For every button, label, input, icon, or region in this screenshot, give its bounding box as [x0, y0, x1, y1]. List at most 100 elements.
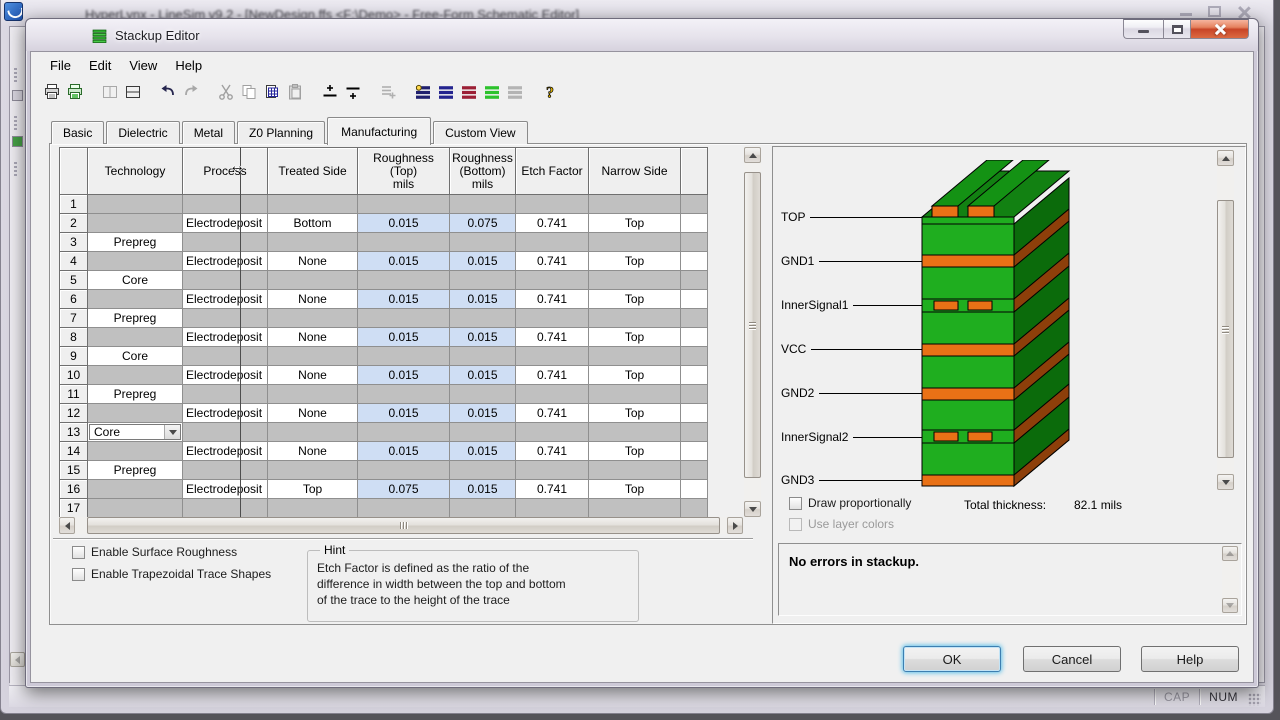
tab-basic[interactable]: Basic	[51, 121, 104, 144]
cell-narrow-side[interactable]: Top	[589, 252, 681, 271]
header-narrow-side[interactable]: Narrow Side	[589, 148, 681, 195]
cell-roughness-bottom[interactable]: 0.015	[450, 480, 516, 499]
row-header-2[interactable]: 2	[60, 214, 88, 233]
row-header-5[interactable]: 5	[60, 271, 88, 290]
cell-process[interactable]: Electrodeposit	[183, 328, 268, 347]
cell-etch-factor[interactable]: 0.741	[516, 328, 589, 347]
row-header-15[interactable]: 15	[60, 461, 88, 480]
cell-roughness-top[interactable]: 0.015	[358, 404, 450, 423]
cell-roughness-bottom[interactable]: 0.015	[450, 442, 516, 461]
checkbox-label[interactable]: Enable Trapezoidal Trace Shapes	[91, 567, 271, 581]
tab-dielectric[interactable]: Dielectric	[106, 121, 179, 144]
tab-manufacturing[interactable]: Manufacturing	[327, 117, 431, 145]
cell-narrow-side[interactable]: Top	[589, 480, 681, 499]
menu-file[interactable]: File	[41, 55, 80, 76]
scrollbar-thumb[interactable]	[1217, 200, 1234, 458]
split-horizontal-icon[interactable]	[121, 81, 144, 103]
cell-technology[interactable]: Core	[88, 423, 183, 442]
header-overflow[interactable]	[681, 148, 708, 195]
cell-etch-factor[interactable]: 0.741	[516, 252, 589, 271]
help-icon[interactable]: ?	[538, 81, 561, 103]
header-process[interactable]: Process	[183, 148, 268, 195]
cell-etch-factor[interactable]: 0.741	[516, 442, 589, 461]
cell-roughness-top[interactable]: 0.015	[358, 366, 450, 385]
cell-roughness-bottom[interactable]: 0.015	[450, 252, 516, 271]
cell-technology[interactable]: Prepreg	[88, 461, 183, 480]
scroll-up-arrow[interactable]	[744, 147, 761, 163]
scroll-down-arrow[interactable]	[744, 501, 761, 517]
row-header-12[interactable]: 12	[60, 404, 88, 423]
scroll-down-arrow[interactable]	[1217, 474, 1234, 490]
menu-help[interactable]: Help	[166, 55, 211, 76]
undo-icon[interactable]	[156, 81, 179, 103]
cell-etch-factor[interactable]: 0.741	[516, 290, 589, 309]
row-header-8[interactable]: 8	[60, 328, 88, 347]
preview-vertical-scrollbar[interactable]	[1217, 150, 1234, 490]
cell-narrow-side[interactable]: Top	[589, 290, 681, 309]
chevron-down-icon[interactable]	[164, 425, 180, 439]
resize-grip[interactable]	[1248, 693, 1261, 706]
tab-z0-planning[interactable]: Z0 Planning	[237, 121, 325, 144]
scroll-right-arrow[interactable]	[727, 517, 743, 534]
row-header-6[interactable]: 6	[60, 290, 88, 309]
cell-treated-side[interactable]: None	[268, 366, 358, 385]
row-header-14[interactable]: 14	[60, 442, 88, 461]
row-header-11[interactable]: 11	[60, 385, 88, 404]
paste-table-icon[interactable]	[260, 81, 283, 103]
cell-narrow-side[interactable]: Top	[589, 366, 681, 385]
insert-layer-below-icon[interactable]	[341, 81, 364, 103]
cell-treated-side[interactable]: None	[268, 328, 358, 347]
cell-treated-side[interactable]: None	[268, 290, 358, 309]
help-button[interactable]: Help	[1141, 646, 1239, 672]
minimize-button[interactable]	[1123, 19, 1163, 39]
draw-proportionally-checkbox[interactable]	[789, 497, 802, 510]
table-vertical-scrollbar[interactable]	[744, 147, 761, 517]
cell-roughness-bottom[interactable]: 0.015	[450, 290, 516, 309]
header-row-number[interactable]	[60, 148, 88, 195]
row-header-13[interactable]: 13	[60, 423, 88, 442]
cell-process[interactable]: Electrodeposit	[183, 404, 268, 423]
header-roughness-top-mils[interactable]: Roughness (Top) mils	[358, 148, 450, 195]
cell-technology[interactable]: Prepreg	[88, 233, 183, 252]
cancel-button[interactable]: Cancel	[1023, 646, 1121, 672]
cell-process[interactable]: Electrodeposit	[183, 252, 268, 271]
row-header-16[interactable]: 16	[60, 480, 88, 499]
cell-roughness-bottom[interactable]: 0.075	[450, 214, 516, 233]
header-treated-side[interactable]: Treated Side	[268, 148, 358, 195]
cell-roughness-top[interactable]: 0.015	[358, 442, 450, 461]
cell-narrow-side[interactable]: Top	[589, 214, 681, 233]
cell-etch-factor[interactable]: 0.741	[516, 366, 589, 385]
cell-narrow-side[interactable]: Top	[589, 442, 681, 461]
scrollbar-thumb[interactable]	[87, 517, 720, 534]
cell-treated-side[interactable]: Bottom	[268, 214, 358, 233]
menu-view[interactable]: View	[120, 55, 166, 76]
scroll-left-arrow[interactable]	[10, 652, 25, 667]
ok-button[interactable]: OK	[903, 646, 1001, 672]
cell-etch-factor[interactable]: 0.741	[516, 214, 589, 233]
cell-roughness-top[interactable]: 0.015	[358, 328, 450, 347]
cell-roughness-bottom[interactable]: 0.015	[450, 404, 516, 423]
minimize-icon[interactable]	[1180, 13, 1192, 16]
cell-technology[interactable]: Core	[88, 271, 183, 290]
scroll-up-arrow[interactable]	[1222, 546, 1238, 561]
print-preview-icon[interactable]	[63, 81, 86, 103]
cell-process[interactable]: Electrodeposit	[183, 480, 268, 499]
cell-roughness-top[interactable]: 0.015	[358, 214, 450, 233]
close-button[interactable]	[1191, 19, 1249, 39]
insert-layer-above-icon[interactable]	[318, 81, 341, 103]
cell-roughness-bottom[interactable]: 0.015	[450, 328, 516, 347]
checkbox-label[interactable]: Draw proportionally	[808, 496, 911, 510]
enable-trapezoidal-checkbox[interactable]	[72, 568, 85, 581]
cell-roughness-bottom[interactable]: 0.015	[450, 366, 516, 385]
row-header-3[interactable]: 3	[60, 233, 88, 252]
cell-treated-side[interactable]: None	[268, 442, 358, 461]
row-header-7[interactable]: 7	[60, 309, 88, 328]
row-header-10[interactable]: 10	[60, 366, 88, 385]
layers-green-icon[interactable]	[480, 81, 503, 103]
row-header-4[interactable]: 4	[60, 252, 88, 271]
cell-etch-factor[interactable]: 0.741	[516, 480, 589, 499]
technology-combobox[interactable]: Core	[89, 424, 181, 440]
dialog-titlebar[interactable]: Stackup Editor	[26, 19, 1258, 51]
layers-red-icon[interactable]	[457, 81, 480, 103]
cell-technology[interactable]: Prepreg	[88, 309, 183, 328]
